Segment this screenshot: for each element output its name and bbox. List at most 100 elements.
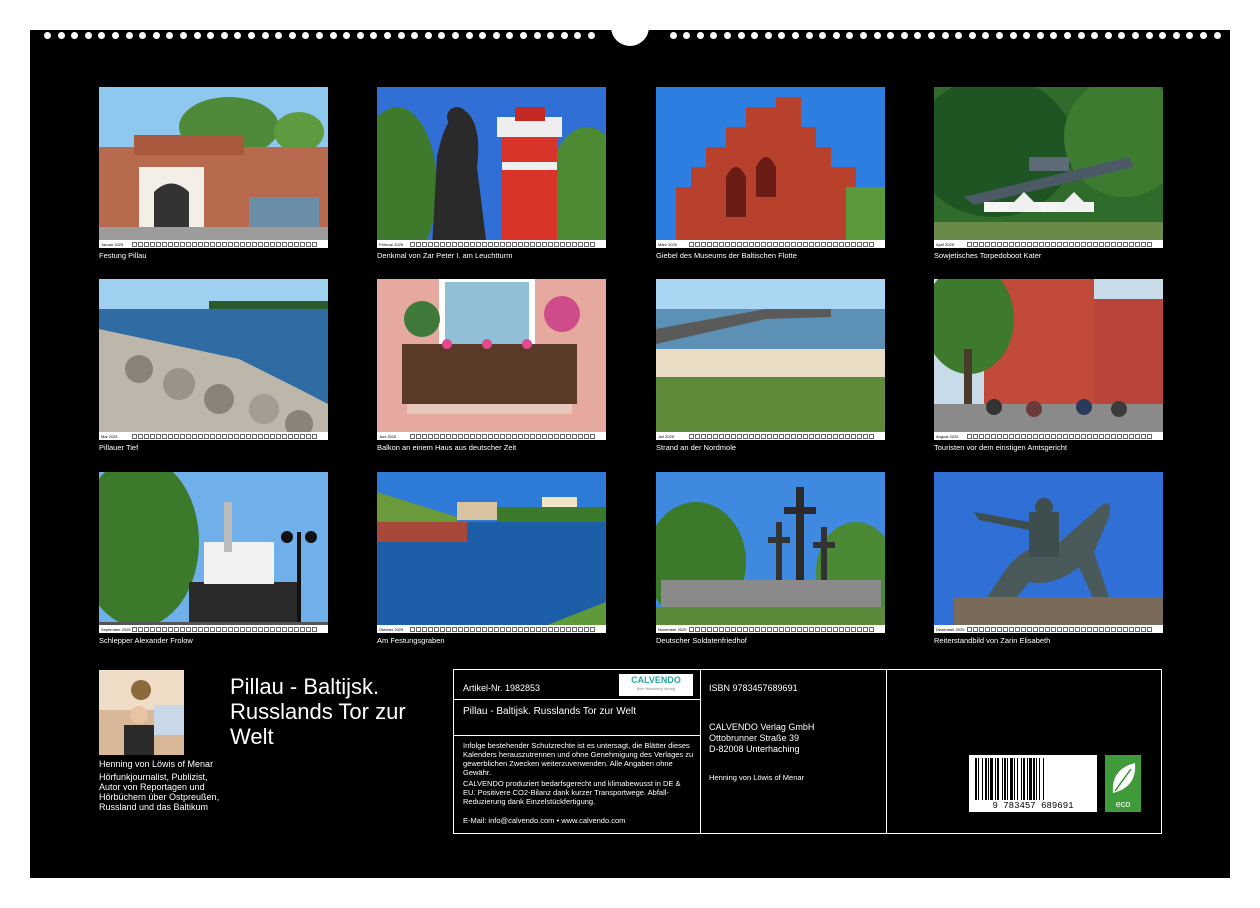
day-cell — [132, 433, 137, 439]
binding-hole — [288, 32, 296, 39]
day-cell — [306, 433, 311, 439]
day-cell — [827, 433, 832, 439]
day-cell — [689, 241, 694, 247]
day-cell — [512, 626, 517, 632]
caption: Reiterstandbild von Zarin Elisabeth — [934, 636, 1051, 645]
day-cell — [779, 626, 784, 632]
day-cell — [270, 433, 275, 439]
day-cell — [150, 626, 155, 632]
day-cell — [1051, 626, 1056, 632]
caption: Giebel des Museums der Baltischen Flotte — [656, 251, 797, 260]
calendar-strip: Februar 2025 — [377, 240, 606, 248]
day-cell — [410, 433, 415, 439]
day-cell — [186, 433, 191, 439]
day-cell — [518, 241, 523, 247]
day-cell — [246, 241, 251, 247]
day-cell — [833, 241, 838, 247]
day-cell — [803, 241, 808, 247]
day-cell — [258, 241, 263, 247]
day-cell — [833, 433, 838, 439]
day-cell — [156, 626, 161, 632]
day-cell — [132, 626, 137, 632]
day-cell — [198, 433, 203, 439]
day-cell — [216, 433, 221, 439]
day-cell — [1147, 433, 1152, 439]
day-cell — [779, 241, 784, 247]
binding-hole — [125, 32, 133, 39]
binding-hole — [520, 32, 527, 39]
calvendo-logo: CALVENDO Bee Marketing Verlag — [619, 674, 693, 696]
binding-hole — [506, 32, 514, 39]
day-cell — [174, 626, 179, 632]
day-cell — [1015, 241, 1020, 247]
day-cell — [452, 626, 457, 632]
day-cell — [1141, 241, 1146, 247]
day-cell — [1039, 626, 1044, 632]
month-label: Oktober 2025 — [379, 626, 404, 632]
day-cell — [548, 626, 553, 632]
day-cell — [192, 433, 197, 439]
day-cell — [785, 626, 790, 632]
day-cell — [222, 433, 227, 439]
day-cell — [138, 241, 143, 247]
binding-hole — [778, 32, 786, 39]
barcode-bar — [1043, 758, 1044, 800]
day-cell — [779, 433, 784, 439]
calendar-strip: Oktober 2025 — [377, 625, 606, 633]
day-cell — [767, 433, 772, 439]
binding-hole — [792, 32, 799, 39]
binding-hole — [411, 32, 419, 39]
day-cell — [1021, 241, 1026, 247]
day-cell — [1081, 433, 1086, 439]
day-cell — [488, 241, 493, 247]
day-cell — [731, 626, 736, 632]
day-cell — [791, 626, 796, 632]
photo-festung-pillau: Januar 2025 — [99, 87, 328, 248]
day-cell — [560, 433, 565, 439]
binding-hole — [465, 32, 473, 39]
day-cell — [162, 241, 167, 247]
photo-festungsgraben: Oktober 2025 — [377, 472, 606, 633]
binding-hole — [275, 32, 283, 39]
day-cell — [416, 241, 421, 247]
day-cell — [282, 626, 287, 632]
day-cell — [695, 433, 700, 439]
day-cell — [482, 241, 487, 247]
day-cell — [967, 241, 972, 247]
binding-hole — [751, 32, 759, 39]
day-cell — [234, 626, 239, 632]
month-label: Juli 2025 — [658, 433, 675, 439]
day-cell — [749, 626, 754, 632]
day-cell — [524, 626, 529, 632]
day-cell — [584, 626, 589, 632]
calendar-strip: Mai 2025 — [99, 432, 328, 440]
day-cell — [132, 241, 137, 247]
eco-notice: CALVENDO produziert bedarfsgerecht und k… — [463, 779, 681, 806]
day-cell — [264, 241, 269, 247]
day-cell — [845, 241, 850, 247]
day-cell — [300, 433, 305, 439]
day-cell — [827, 626, 832, 632]
day-cell — [204, 241, 209, 247]
day-cell — [689, 626, 694, 632]
day-cell — [590, 241, 595, 247]
day-cell — [1033, 433, 1038, 439]
day-cell — [797, 433, 802, 439]
barcode-bar — [1004, 758, 1006, 800]
day-cell — [863, 626, 868, 632]
binding-hole — [492, 32, 500, 39]
binding-hole — [234, 32, 242, 39]
day-cell — [773, 433, 778, 439]
day-cell — [1105, 433, 1110, 439]
day-cell — [464, 626, 469, 632]
day-cell — [773, 241, 778, 247]
day-cell — [773, 626, 778, 632]
barcode-bar — [1039, 758, 1040, 800]
day-cell — [1093, 433, 1098, 439]
day-cell — [985, 433, 990, 439]
binding-hole — [832, 32, 840, 39]
day-cell — [518, 433, 523, 439]
binding-hole — [1077, 32, 1085, 39]
day-cell — [713, 433, 718, 439]
binding-hole — [1064, 32, 1071, 39]
